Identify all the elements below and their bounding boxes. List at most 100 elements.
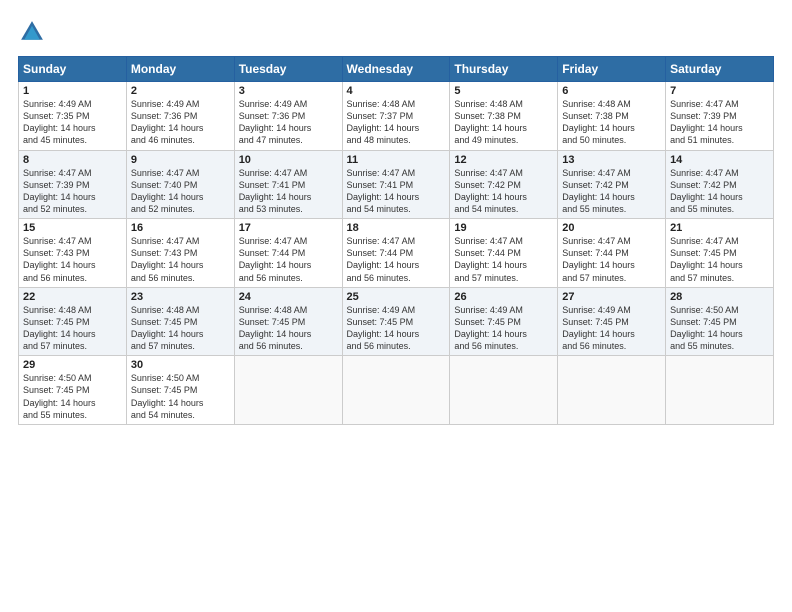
day-cell: 12Sunrise: 4:47 AMSunset: 7:42 PMDayligh…	[450, 150, 558, 219]
day-number: 7	[670, 85, 769, 97]
day-number: 18	[347, 222, 446, 234]
day-info: Sunrise: 4:50 AMSunset: 7:45 PMDaylight:…	[670, 304, 769, 353]
week-row-5: 29Sunrise: 4:50 AMSunset: 7:45 PMDayligh…	[19, 356, 774, 425]
day-info: Sunrise: 4:49 AMSunset: 7:45 PMDaylight:…	[454, 304, 553, 353]
logo-icon	[18, 18, 46, 46]
day-info: Sunrise: 4:47 AMSunset: 7:39 PMDaylight:…	[23, 167, 122, 216]
day-cell: 26Sunrise: 4:49 AMSunset: 7:45 PMDayligh…	[450, 287, 558, 356]
day-info: Sunrise: 4:47 AMSunset: 7:43 PMDaylight:…	[131, 235, 230, 284]
day-cell: 22Sunrise: 4:48 AMSunset: 7:45 PMDayligh…	[19, 287, 127, 356]
day-number: 9	[131, 154, 230, 166]
day-cell: 30Sunrise: 4:50 AMSunset: 7:45 PMDayligh…	[126, 356, 234, 425]
day-info: Sunrise: 4:48 AMSunset: 7:38 PMDaylight:…	[454, 98, 553, 147]
day-number: 10	[239, 154, 338, 166]
day-info: Sunrise: 4:49 AMSunset: 7:45 PMDaylight:…	[347, 304, 446, 353]
day-number: 27	[562, 291, 661, 303]
col-header-monday: Monday	[126, 57, 234, 82]
day-info: Sunrise: 4:47 AMSunset: 7:42 PMDaylight:…	[670, 167, 769, 216]
day-cell	[234, 356, 342, 425]
day-info: Sunrise: 4:48 AMSunset: 7:37 PMDaylight:…	[347, 98, 446, 147]
day-cell: 2Sunrise: 4:49 AMSunset: 7:36 PMDaylight…	[126, 82, 234, 151]
day-info: Sunrise: 4:47 AMSunset: 7:45 PMDaylight:…	[670, 235, 769, 284]
col-header-wednesday: Wednesday	[342, 57, 450, 82]
week-row-3: 15Sunrise: 4:47 AMSunset: 7:43 PMDayligh…	[19, 219, 774, 288]
day-cell: 20Sunrise: 4:47 AMSunset: 7:44 PMDayligh…	[558, 219, 666, 288]
day-number: 28	[670, 291, 769, 303]
day-number: 1	[23, 85, 122, 97]
day-number: 25	[347, 291, 446, 303]
day-cell: 21Sunrise: 4:47 AMSunset: 7:45 PMDayligh…	[666, 219, 774, 288]
header	[18, 18, 774, 46]
day-number: 3	[239, 85, 338, 97]
day-cell: 11Sunrise: 4:47 AMSunset: 7:41 PMDayligh…	[342, 150, 450, 219]
day-info: Sunrise: 4:47 AMSunset: 7:39 PMDaylight:…	[670, 98, 769, 147]
day-info: Sunrise: 4:49 AMSunset: 7:45 PMDaylight:…	[562, 304, 661, 353]
day-info: Sunrise: 4:47 AMSunset: 7:44 PMDaylight:…	[347, 235, 446, 284]
day-cell: 17Sunrise: 4:47 AMSunset: 7:44 PMDayligh…	[234, 219, 342, 288]
day-cell: 9Sunrise: 4:47 AMSunset: 7:40 PMDaylight…	[126, 150, 234, 219]
col-header-saturday: Saturday	[666, 57, 774, 82]
header-row: SundayMondayTuesdayWednesdayThursdayFrid…	[19, 57, 774, 82]
day-cell	[342, 356, 450, 425]
week-row-4: 22Sunrise: 4:48 AMSunset: 7:45 PMDayligh…	[19, 287, 774, 356]
day-info: Sunrise: 4:47 AMSunset: 7:42 PMDaylight:…	[454, 167, 553, 216]
day-number: 8	[23, 154, 122, 166]
day-number: 11	[347, 154, 446, 166]
day-number: 6	[562, 85, 661, 97]
logo	[18, 18, 50, 46]
day-number: 21	[670, 222, 769, 234]
col-header-friday: Friday	[558, 57, 666, 82]
day-info: Sunrise: 4:48 AMSunset: 7:45 PMDaylight:…	[239, 304, 338, 353]
day-number: 15	[23, 222, 122, 234]
day-cell: 29Sunrise: 4:50 AMSunset: 7:45 PMDayligh…	[19, 356, 127, 425]
day-info: Sunrise: 4:50 AMSunset: 7:45 PMDaylight:…	[131, 372, 230, 421]
week-row-2: 8Sunrise: 4:47 AMSunset: 7:39 PMDaylight…	[19, 150, 774, 219]
day-number: 29	[23, 359, 122, 371]
day-info: Sunrise: 4:48 AMSunset: 7:45 PMDaylight:…	[23, 304, 122, 353]
day-info: Sunrise: 4:47 AMSunset: 7:42 PMDaylight:…	[562, 167, 661, 216]
day-info: Sunrise: 4:48 AMSunset: 7:38 PMDaylight:…	[562, 98, 661, 147]
day-cell: 1Sunrise: 4:49 AMSunset: 7:35 PMDaylight…	[19, 82, 127, 151]
day-cell: 25Sunrise: 4:49 AMSunset: 7:45 PMDayligh…	[342, 287, 450, 356]
day-number: 23	[131, 291, 230, 303]
day-number: 26	[454, 291, 553, 303]
day-cell: 18Sunrise: 4:47 AMSunset: 7:44 PMDayligh…	[342, 219, 450, 288]
day-info: Sunrise: 4:47 AMSunset: 7:43 PMDaylight:…	[23, 235, 122, 284]
day-cell	[558, 356, 666, 425]
day-cell: 27Sunrise: 4:49 AMSunset: 7:45 PMDayligh…	[558, 287, 666, 356]
day-number: 12	[454, 154, 553, 166]
day-number: 20	[562, 222, 661, 234]
day-cell: 23Sunrise: 4:48 AMSunset: 7:45 PMDayligh…	[126, 287, 234, 356]
day-cell: 28Sunrise: 4:50 AMSunset: 7:45 PMDayligh…	[666, 287, 774, 356]
day-info: Sunrise: 4:47 AMSunset: 7:41 PMDaylight:…	[239, 167, 338, 216]
day-number: 16	[131, 222, 230, 234]
day-cell: 19Sunrise: 4:47 AMSunset: 7:44 PMDayligh…	[450, 219, 558, 288]
day-number: 17	[239, 222, 338, 234]
day-cell: 8Sunrise: 4:47 AMSunset: 7:39 PMDaylight…	[19, 150, 127, 219]
day-info: Sunrise: 4:47 AMSunset: 7:44 PMDaylight:…	[562, 235, 661, 284]
day-cell: 4Sunrise: 4:48 AMSunset: 7:37 PMDaylight…	[342, 82, 450, 151]
day-info: Sunrise: 4:47 AMSunset: 7:41 PMDaylight:…	[347, 167, 446, 216]
day-cell: 24Sunrise: 4:48 AMSunset: 7:45 PMDayligh…	[234, 287, 342, 356]
day-number: 22	[23, 291, 122, 303]
day-number: 2	[131, 85, 230, 97]
day-cell: 14Sunrise: 4:47 AMSunset: 7:42 PMDayligh…	[666, 150, 774, 219]
day-cell: 15Sunrise: 4:47 AMSunset: 7:43 PMDayligh…	[19, 219, 127, 288]
day-info: Sunrise: 4:49 AMSunset: 7:35 PMDaylight:…	[23, 98, 122, 147]
page: SundayMondayTuesdayWednesdayThursdayFrid…	[0, 0, 792, 612]
day-info: Sunrise: 4:49 AMSunset: 7:36 PMDaylight:…	[239, 98, 338, 147]
day-cell	[450, 356, 558, 425]
week-row-1: 1Sunrise: 4:49 AMSunset: 7:35 PMDaylight…	[19, 82, 774, 151]
day-cell: 7Sunrise: 4:47 AMSunset: 7:39 PMDaylight…	[666, 82, 774, 151]
day-number: 5	[454, 85, 553, 97]
day-cell: 3Sunrise: 4:49 AMSunset: 7:36 PMDaylight…	[234, 82, 342, 151]
day-info: Sunrise: 4:47 AMSunset: 7:44 PMDaylight:…	[239, 235, 338, 284]
day-cell: 10Sunrise: 4:47 AMSunset: 7:41 PMDayligh…	[234, 150, 342, 219]
col-header-sunday: Sunday	[19, 57, 127, 82]
day-number: 13	[562, 154, 661, 166]
calendar-table: SundayMondayTuesdayWednesdayThursdayFrid…	[18, 56, 774, 425]
day-info: Sunrise: 4:50 AMSunset: 7:45 PMDaylight:…	[23, 372, 122, 421]
day-number: 30	[131, 359, 230, 371]
day-cell: 16Sunrise: 4:47 AMSunset: 7:43 PMDayligh…	[126, 219, 234, 288]
day-number: 19	[454, 222, 553, 234]
